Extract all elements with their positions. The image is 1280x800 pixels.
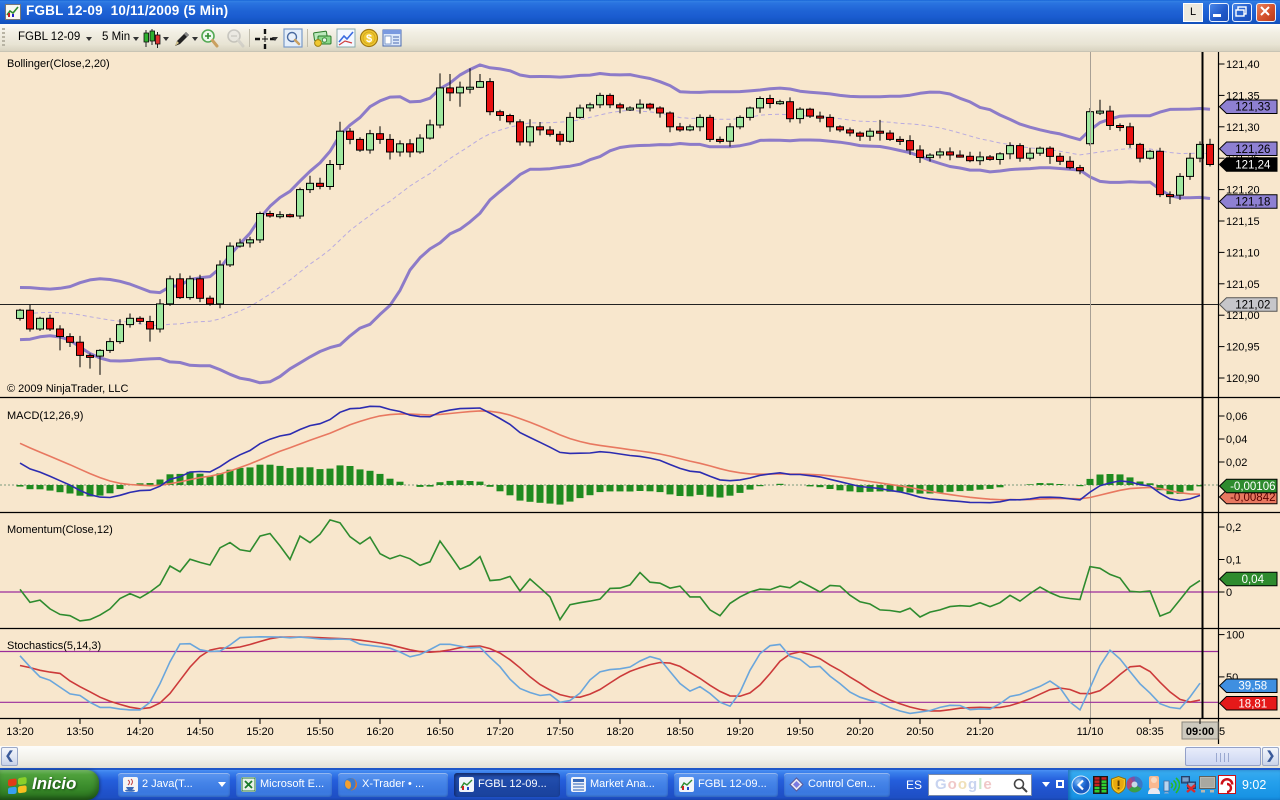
svg-text:121,05: 121,05	[1226, 279, 1260, 291]
svg-text:121,24: 121,24	[1235, 160, 1271, 172]
svg-text:20:20: 20:20	[846, 726, 874, 738]
svg-text:0,04: 0,04	[1242, 574, 1265, 586]
svg-text:Momentum(Close,12): Momentum(Close,12)	[7, 524, 113, 536]
svg-text:121,18: 121,18	[1235, 197, 1270, 209]
svg-text:11/10: 11/10	[1077, 726, 1104, 738]
svg-text:13:50: 13:50	[66, 726, 94, 738]
svg-text:15:20: 15:20	[246, 726, 274, 738]
svg-text:20:50: 20:50	[906, 726, 934, 738]
svg-text:16:20: 16:20	[366, 726, 394, 738]
svg-text:121,10: 121,10	[1226, 247, 1260, 259]
svg-text:-0,00842: -0,00842	[1230, 492, 1275, 504]
svg-text:14:20: 14:20	[126, 726, 154, 738]
svg-text:Bollinger(Close,2,20): Bollinger(Close,2,20)	[7, 58, 110, 70]
svg-text:19:20: 19:20	[726, 726, 754, 738]
svg-text:121,30: 121,30	[1226, 122, 1260, 134]
svg-text:© 2009 NinjaTrader, LLC: © 2009 NinjaTrader, LLC	[7, 383, 128, 395]
svg-text:15:50: 15:50	[306, 726, 334, 738]
svg-text:0,02: 0,02	[1226, 457, 1247, 469]
svg-text:18,81: 18,81	[1238, 698, 1267, 710]
svg-text:0,1: 0,1	[1226, 555, 1241, 567]
svg-text:18:20: 18:20	[606, 726, 634, 738]
svg-text:18:50: 18:50	[666, 726, 694, 738]
svg-text:09:00: 09:00	[1186, 726, 1214, 738]
svg-text:0,04: 0,04	[1226, 434, 1247, 446]
svg-text:120,90: 120,90	[1226, 373, 1260, 385]
svg-text:MACD(12,26,9): MACD(12,26,9)	[7, 410, 83, 422]
svg-text:21:20: 21:20	[966, 726, 994, 738]
svg-text:14:50: 14:50	[186, 726, 214, 738]
svg-text:121,40: 121,40	[1226, 59, 1260, 71]
svg-text:17:50: 17:50	[546, 726, 574, 738]
svg-text:120,95: 120,95	[1226, 342, 1260, 354]
svg-text:$: $	[366, 33, 372, 45]
svg-text:121,15: 121,15	[1226, 216, 1260, 228]
svg-text:0,06: 0,06	[1226, 411, 1247, 423]
svg-text:100: 100	[1226, 630, 1244, 642]
svg-text:13:20: 13:20	[6, 726, 34, 738]
svg-text:-0,00106: -0,00106	[1230, 481, 1275, 493]
svg-text:08:35: 08:35	[1136, 726, 1164, 738]
svg-text:121,00: 121,00	[1226, 310, 1260, 322]
svg-text:39,58: 39,58	[1238, 681, 1267, 693]
svg-text:121,33: 121,33	[1235, 102, 1270, 114]
svg-text:5: 5	[1219, 726, 1225, 738]
svg-text:0,2: 0,2	[1226, 522, 1241, 534]
svg-text:Stochastics(5,14,3): Stochastics(5,14,3)	[7, 640, 101, 652]
svg-text:17:20: 17:20	[486, 726, 514, 738]
svg-text:0: 0	[1226, 587, 1232, 599]
svg-text:121,02: 121,02	[1235, 300, 1270, 312]
svg-text:121,26: 121,26	[1235, 144, 1270, 156]
svg-text:16:50: 16:50	[426, 726, 454, 738]
svg-text:19:50: 19:50	[786, 726, 814, 738]
